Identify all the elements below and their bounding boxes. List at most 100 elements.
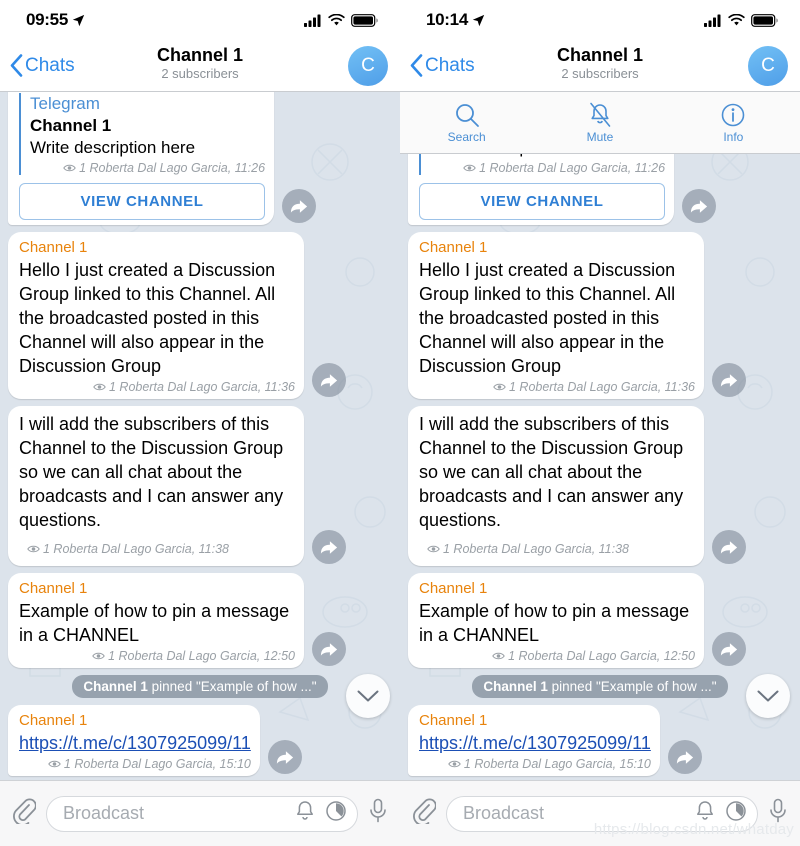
view-channel-button-right[interactable]: VIEW CHANNEL: [419, 183, 666, 220]
forward-button-preview-left[interactable]: [282, 189, 317, 223]
forward-button-2-left[interactable]: [312, 632, 346, 666]
wifi-icon: [728, 13, 745, 25]
channel-avatar-right[interactable]: C: [748, 45, 788, 86]
forward-arrow-icon: [720, 540, 738, 554]
broadcast-placeholder-right: Broadcast: [463, 803, 545, 823]
message-input-bar-left: Broadcast: [0, 780, 400, 846]
pinned-service-message-left[interactable]: Channel 1 pinned "Example of how ...": [72, 675, 328, 698]
message-input-bar-right: Broadcast: [400, 780, 800, 846]
chat-scroll-area-right[interactable]: AAAAAFRCorvpLSKTHQmi_w Telegram Channel …: [400, 92, 800, 780]
scroll-to-bottom-button-right[interactable]: [746, 674, 790, 718]
message-bubble-link-right[interactable]: Channel 1 https://t.me/c/1307925099/11 1…: [408, 705, 660, 776]
message-bubble-0-right[interactable]: Channel 1 Hello I just created a Discuss…: [408, 232, 704, 399]
message-list-right: AAAAAFRCorvpLSKTHQmi_w Telegram Channel …: [400, 92, 800, 780]
forward-button-2-right[interactable]: [712, 632, 746, 666]
silent-broadcast-button-left[interactable]: [295, 800, 315, 827]
message-bubble-link-left[interactable]: Channel 1 https://t.me/c/1307925099/11 1…: [8, 705, 260, 776]
message-bubble-preview-left[interactable]: AAAAAFRCorvpLSKTHQmi_w Telegram Channel …: [8, 92, 275, 225]
view-channel-button-left[interactable]: VIEW CHANNEL: [19, 183, 266, 220]
forward-button-link-left[interactable]: [267, 740, 302, 774]
attach-button-left[interactable]: [12, 798, 37, 829]
status-time-left: 09:55: [26, 10, 85, 30]
message-meta-link-left: 1 Roberta Dal Lago Garcia, 15:10: [19, 757, 251, 771]
forward-button-1-right[interactable]: [712, 530, 746, 564]
message-bubble-2-left[interactable]: Channel 1 Example of how to pin a messag…: [8, 573, 304, 668]
service-actor-left: Channel 1: [83, 679, 148, 694]
nav-bar-left: Chats Channel 1 2 subscribers C: [0, 40, 400, 92]
mute-action-label: Mute: [586, 130, 614, 144]
views-eye-icon: [492, 652, 505, 660]
message-text-0-left: Hello I just created a Discussion Group …: [19, 260, 276, 376]
message-sender-2-right: Channel 1: [419, 580, 488, 597]
message-url-left[interactable]: https://t.me/c/1307925099/11: [19, 731, 251, 755]
link-preview-block-left[interactable]: Telegram Channel 1 Write description her…: [19, 93, 265, 175]
views-eye-icon: [463, 164, 476, 172]
voice-record-button-right[interactable]: [768, 798, 788, 829]
message-text-0-right: Hello I just created a Discussion Group …: [419, 260, 676, 376]
forward-arrow-icon: [720, 373, 738, 387]
message-bubble-2-right[interactable]: Channel 1 Example of how to pin a messag…: [408, 573, 704, 668]
message-meta-2-right: 1 Roberta Dal Lago Garcia, 12:50: [419, 649, 695, 663]
channel-avatar-left[interactable]: C: [348, 45, 388, 86]
chevron-down-icon: [357, 690, 379, 701]
voice-record-button-left[interactable]: [368, 798, 388, 829]
message-row-preview-left: AAAAAFRCorvpLSKTHQmi_w Telegram Channel …: [8, 92, 392, 225]
message-row-0-left: Channel 1 Hello I just created a Discuss…: [8, 232, 392, 399]
attach-button-right[interactable]: [412, 798, 437, 829]
back-to-chats-button-right[interactable]: Chats: [410, 54, 475, 77]
cellular-signal-icon: [304, 14, 321, 27]
meta-text-2-right: 1 Roberta Dal Lago Garcia, 12:50: [508, 649, 695, 663]
forward-button-link-right[interactable]: [667, 740, 702, 774]
battery-icon: [751, 13, 778, 27]
message-text-2-left: Example of how to pin a message in a CHA…: [19, 601, 290, 645]
status-time-text-right: 10:14: [426, 10, 468, 29]
message-sender-0-right: Channel 1: [419, 239, 488, 256]
pinned-service-message-right[interactable]: Channel 1 pinned "Example of how ...": [472, 675, 728, 698]
message-text-2-right: Example of how to pin a message in a CHA…: [419, 601, 690, 645]
preview-site-name-left: Telegram: [30, 94, 100, 113]
chevron-left-icon: [10, 54, 23, 77]
views-eye-icon: [493, 383, 506, 391]
message-bubble-0-left[interactable]: Channel 1 Hello I just created a Discuss…: [8, 232, 304, 399]
forward-button-0-right[interactable]: [712, 363, 746, 397]
schedule-button-left[interactable]: [325, 800, 347, 827]
microphone-icon: [770, 798, 786, 823]
chat-scroll-area-left[interactable]: AAAAAFRCorvpLSKTHQmi_w Telegram Channel …: [0, 92, 400, 780]
broadcast-input-left[interactable]: Broadcast: [46, 795, 358, 832]
nav-bar-right: Chats Channel 1 2 subscribers C: [400, 40, 800, 92]
forward-arrow-icon: [290, 199, 308, 213]
search-icon: [455, 104, 479, 127]
forward-button-1-left[interactable]: [312, 530, 346, 564]
message-row-link-right: Channel 1 https://t.me/c/1307925099/11 1…: [408, 705, 792, 776]
forward-arrow-icon: [676, 750, 693, 764]
views-eye-icon: [427, 545, 440, 553]
service-message-row-right: Channel 1 pinned "Example of how ...": [408, 675, 792, 698]
message-sender-0-left: Channel 1: [19, 239, 88, 256]
forward-arrow-icon: [276, 750, 293, 764]
message-url-right[interactable]: https://t.me/c/1307925099/11: [419, 731, 651, 755]
message-bubble-1-left[interactable]: I will add the subscribers of this Chann…: [8, 406, 304, 566]
schedule-button-right[interactable]: [725, 800, 747, 827]
info-action-button[interactable]: Info: [667, 92, 800, 153]
silent-broadcast-button-right[interactable]: [695, 800, 715, 827]
message-sender-2-left: Channel 1: [19, 580, 88, 597]
scroll-to-bottom-button-left[interactable]: [346, 674, 390, 718]
forward-arrow-icon: [690, 199, 708, 213]
forward-arrow-icon: [720, 642, 738, 656]
message-bubble-1-right[interactable]: I will add the subscribers of this Chann…: [408, 406, 704, 566]
search-action-button[interactable]: Search: [400, 92, 533, 153]
mute-action-button[interactable]: Mute: [533, 92, 666, 153]
paperclip-icon: [413, 798, 437, 826]
meta-text-2-left: 1 Roberta Dal Lago Garcia, 12:50: [108, 649, 295, 663]
status-time-text-left: 09:55: [26, 10, 68, 29]
forward-button-preview-right[interactable]: [682, 189, 717, 223]
back-label-right: Chats: [425, 54, 475, 76]
info-action-label: Info: [723, 130, 744, 144]
bell-slash-icon: [590, 102, 611, 127]
forward-button-0-left[interactable]: [312, 363, 346, 397]
back-to-chats-button-left[interactable]: Chats: [10, 54, 75, 77]
broadcast-input-right[interactable]: Broadcast: [446, 795, 758, 832]
timer-clock-icon: [326, 801, 346, 821]
message-row-1-left: I will add the subscribers of this Chann…: [8, 406, 392, 566]
microphone-icon: [370, 798, 386, 823]
